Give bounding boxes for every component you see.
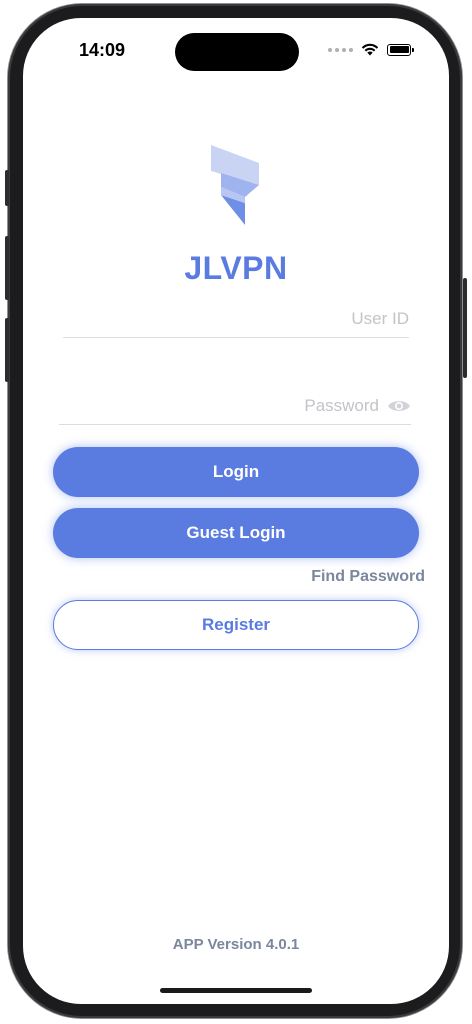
app-version-label: APP Version 4.0.1 (172, 936, 300, 953)
home-indicator[interactable] (160, 988, 312, 993)
password-input[interactable] (59, 388, 411, 424)
register-button[interactable]: Register (53, 600, 419, 650)
login-button[interactable]: Login (53, 447, 419, 497)
app-title: JLVPN (184, 250, 288, 286)
volume-down-button (5, 318, 9, 382)
jlvpn-logo-icon (211, 145, 259, 225)
app-screen: 14:09 JLVPN Login Guest Login Find Passw… (23, 18, 449, 1004)
password-field (59, 388, 411, 425)
volume-up-button (5, 236, 9, 300)
status-time: 14:09 (79, 40, 126, 60)
dynamic-island (175, 33, 299, 71)
find-password-link[interactable]: Find Password (311, 568, 425, 586)
user-id-input[interactable] (63, 301, 409, 337)
guest-login-button[interactable]: Guest Login (53, 508, 419, 558)
battery-icon (387, 43, 414, 56)
status-icons (328, 43, 414, 56)
action-button (5, 170, 9, 206)
user-id-field (63, 301, 409, 338)
wifi-icon (361, 43, 379, 56)
eye-icon[interactable] (387, 398, 411, 414)
power-button (463, 278, 467, 378)
cellular-signal-icon (328, 47, 353, 52)
